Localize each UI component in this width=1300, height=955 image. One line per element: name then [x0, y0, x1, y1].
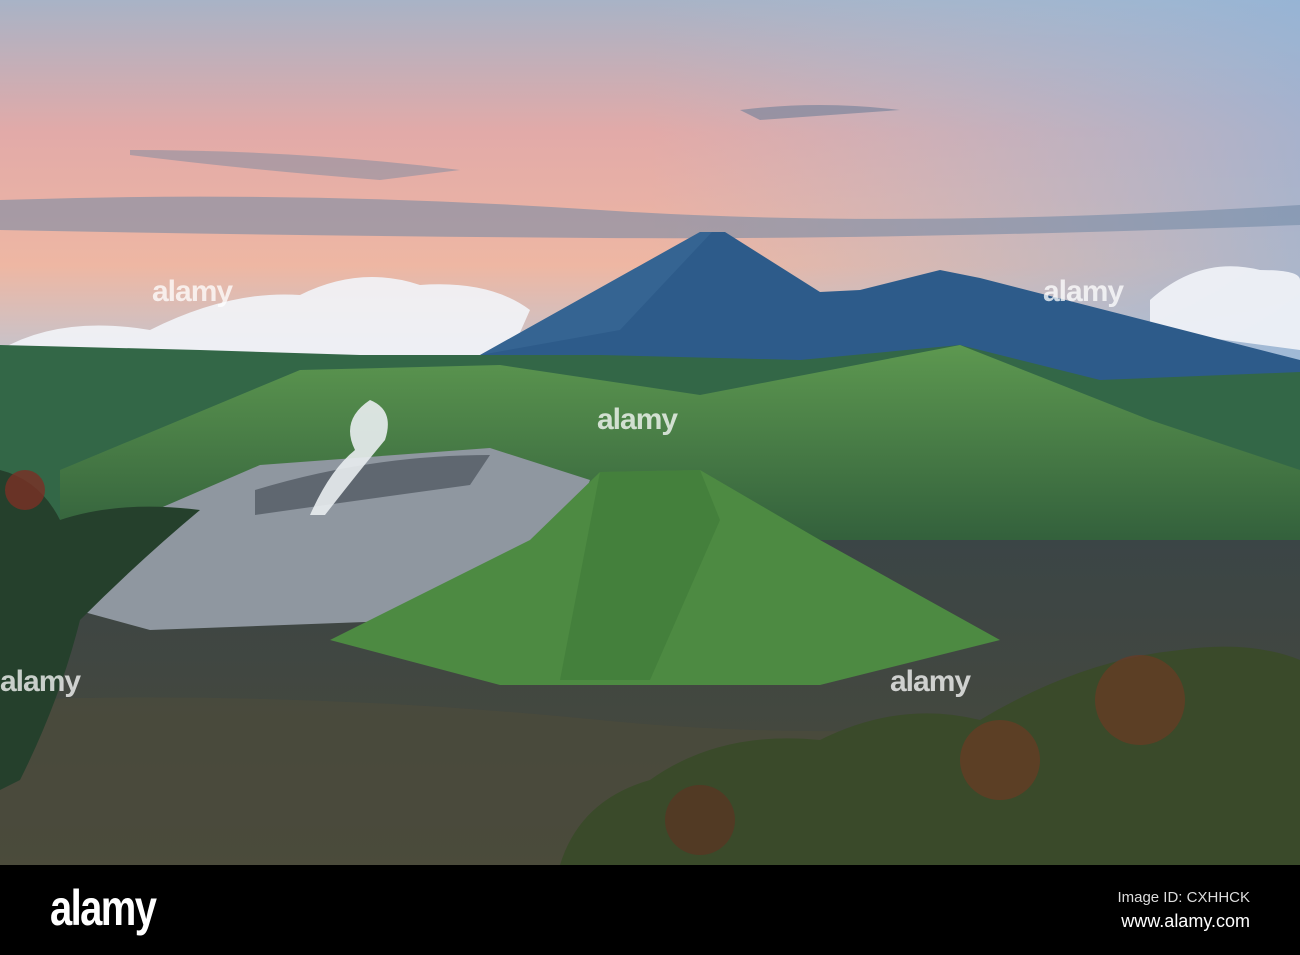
image-id: Image ID: CXHHCK: [1117, 889, 1250, 906]
website-link[interactable]: www.alamy.com: [1121, 911, 1250, 932]
watermark: alamy: [0, 665, 81, 698]
watermark: alamy: [1043, 275, 1124, 308]
alamy-logo: alamy: [50, 880, 157, 936]
footer-bar: alamy Image ID: CXHHCK www.alamy.com: [0, 865, 1300, 955]
watermark: alamy: [890, 665, 971, 698]
watermark: alamy: [152, 275, 233, 308]
watermark: alamy: [597, 403, 678, 436]
